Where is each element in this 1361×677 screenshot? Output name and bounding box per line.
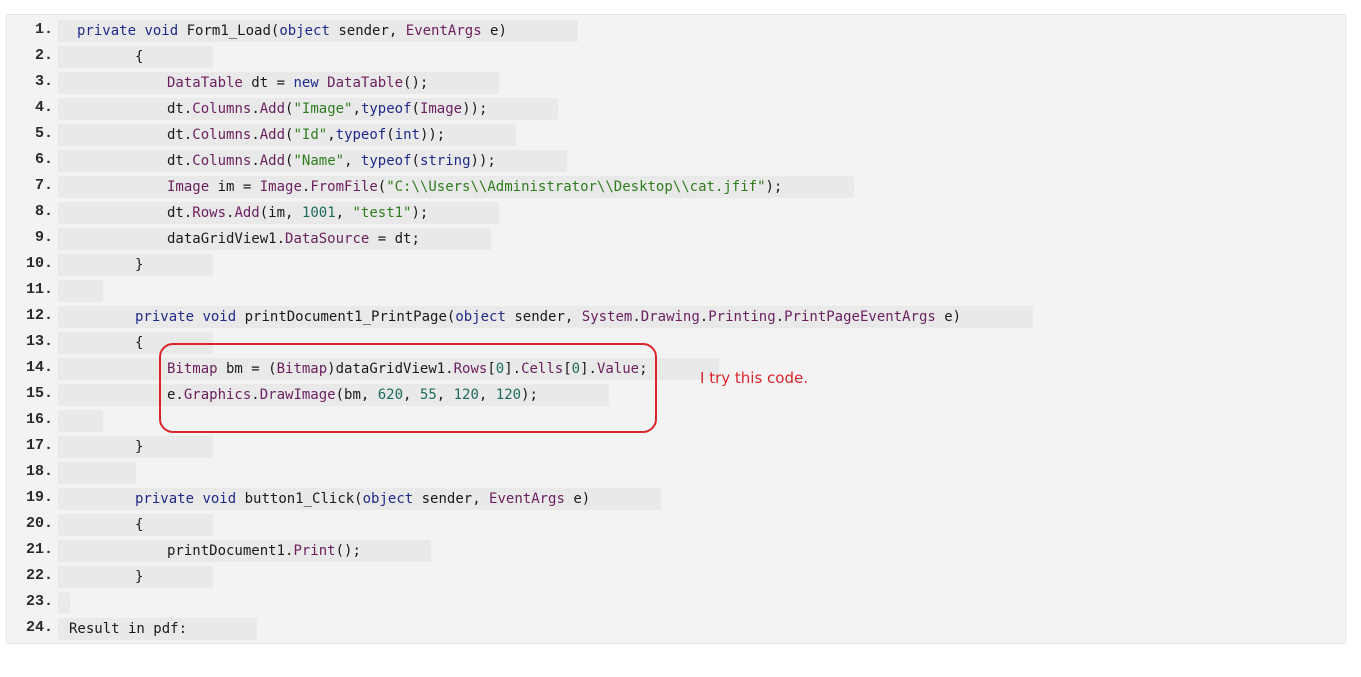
code-block: 1. private void Form1_Load(object sender,… (6, 14, 1346, 644)
line-number: 19. (25, 489, 53, 506)
code-text: Result in pdf: (69, 621, 188, 637)
line-number: 9. (34, 229, 53, 246)
line-number: 6. (34, 151, 53, 168)
code-line: 9. dataGridView1.DataSource = dt; (7, 225, 1347, 251)
line-number: 20. (25, 515, 53, 532)
line-number: 17. (25, 437, 53, 454)
code-text: { (135, 517, 144, 533)
line-highlight (58, 410, 103, 432)
code-text: { (135, 49, 144, 65)
line-highlight (58, 462, 136, 484)
line-number: 4. (34, 99, 53, 116)
code-text: } (135, 569, 144, 585)
code-line: 1. private void Form1_Load(object sender,… (7, 17, 1347, 43)
code-text: private void printDocument1_PrintPage(ob… (135, 309, 962, 325)
code-line: 11. (7, 277, 1347, 303)
code-text: dt.Columns.Add("Name", typeof(string)); (167, 153, 496, 169)
line-number: 11. (25, 281, 53, 298)
line-number: 16. (25, 411, 53, 428)
code-line: 18. (7, 459, 1347, 485)
code-text: printDocument1.Print(); (167, 543, 361, 559)
annotation-text: I try this code. (700, 369, 808, 387)
code-line: 20. { (7, 511, 1347, 537)
annotation-highlight-box (159, 343, 657, 433)
code-text: DataTable dt = new DataTable(); (167, 75, 429, 91)
code-line: 4. dt.Columns.Add("Image",typeof(Image)); (7, 95, 1347, 121)
line-number: 7. (34, 177, 53, 194)
code-line: 5. dt.Columns.Add("Id",typeof(int)); (7, 121, 1347, 147)
code-text: } (135, 439, 144, 455)
code-line: 21. printDocument1.Print(); (7, 537, 1347, 563)
line-number: 12. (25, 307, 53, 324)
line-number: 14. (25, 359, 53, 376)
line-highlight (58, 592, 70, 614)
code-line: 12. private void printDocument1_PrintPage… (7, 303, 1347, 329)
code-text: dt.Columns.Add("Image",typeof(Image)); (167, 101, 488, 117)
code-line: 6. dt.Columns.Add("Name", typeof(string))… (7, 147, 1347, 173)
line-number: 1. (34, 21, 53, 38)
code-text: dataGridView1.DataSource = dt; (167, 231, 420, 247)
code-text: dt.Rows.Add(im, 1001, "test1"); (167, 205, 429, 221)
line-number: 13. (25, 333, 53, 350)
code-line: 24. Result in pdf: (7, 615, 1347, 641)
code-line: 8. dt.Rows.Add(im, 1001, "test1"); (7, 199, 1347, 225)
code-line: 17.} (7, 433, 1347, 459)
line-number: 24. (25, 619, 53, 636)
line-number: 18. (25, 463, 53, 480)
code-line: 22.} (7, 563, 1347, 589)
line-number: 21. (25, 541, 53, 558)
code-text: Image im = Image.FromFile("C:\\Users\\Ad… (167, 179, 783, 195)
code-line: 2. { (7, 43, 1347, 69)
code-line: 23. (7, 589, 1347, 615)
line-number: 3. (34, 73, 53, 90)
code-text: { (135, 335, 144, 351)
code-text: private void button1_Click(object sender… (135, 491, 591, 507)
line-number: 2. (34, 47, 53, 64)
code-line: 3. DataTable dt = new DataTable(); (7, 69, 1347, 95)
line-number: 23. (25, 593, 53, 610)
line-number: 5. (34, 125, 53, 142)
code-line: 10.} (7, 251, 1347, 277)
code-text: } (135, 257, 144, 273)
code-text: private void Form1_Load(object sender, E… (77, 23, 507, 39)
code-line: 7. Image im = Image.FromFile("C:\\Users\\… (7, 173, 1347, 199)
line-number: 22. (25, 567, 53, 584)
code-line: 19. private void button1_Click(object sen… (7, 485, 1347, 511)
line-number: 8. (34, 203, 53, 220)
line-number: 15. (25, 385, 53, 402)
line-highlight (58, 280, 103, 302)
line-number: 10. (25, 255, 53, 272)
code-text: dt.Columns.Add("Id",typeof(int)); (167, 127, 446, 143)
